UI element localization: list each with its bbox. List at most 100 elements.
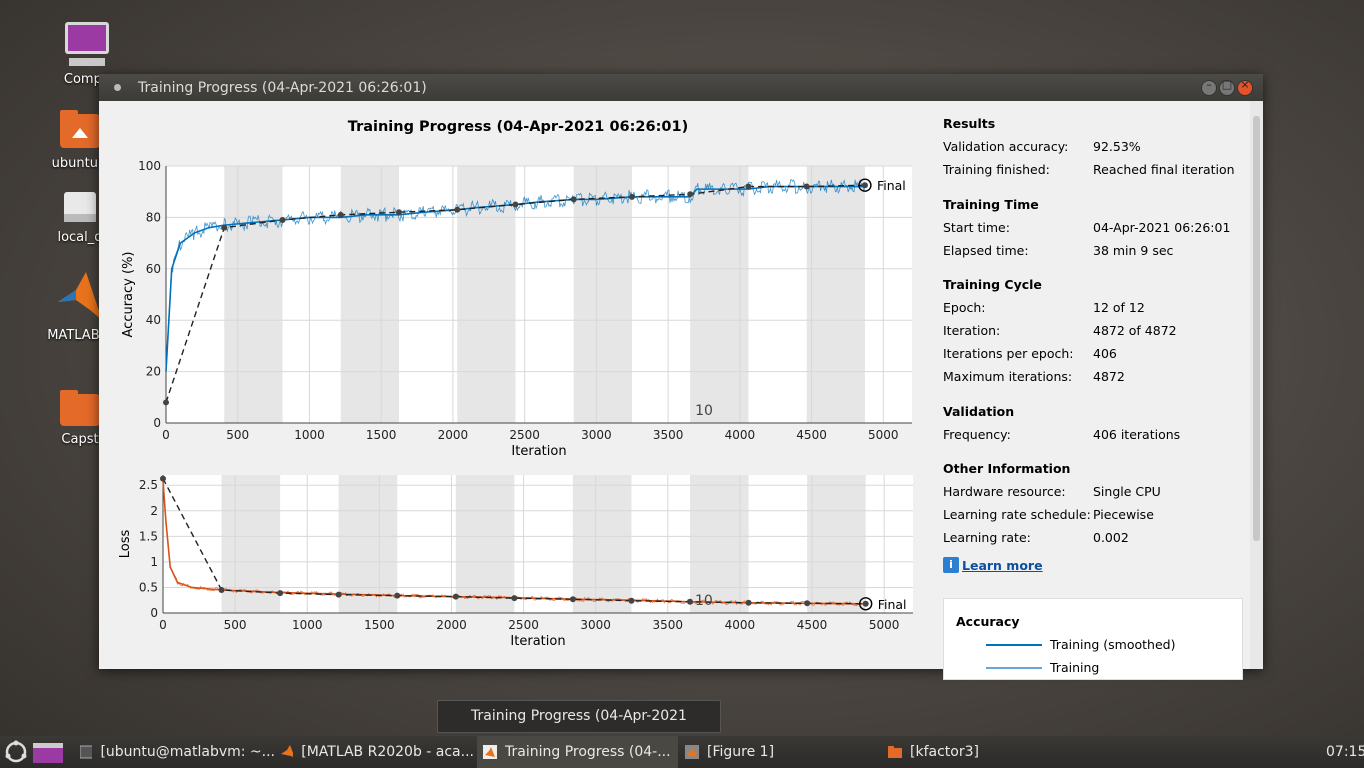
epoch-band [338,475,398,613]
accuracy-axes: 0204060801000 500 1000 1500 2000 2500 3000 3500… [121,159,912,459]
validation-point [394,592,401,599]
epoch-band [807,475,866,613]
minimize-button[interactable]: – [1201,78,1217,96]
info-panel: Results Validation accuracy: 92.53% Trai… [935,101,1250,680]
validation-heading: Validation [943,404,1015,419]
frequency-value: 406 iterations [1093,427,1181,442]
y-tick-label: 0 [150,606,158,620]
close-button[interactable]: × [1237,78,1253,96]
maximum-iterations-value: 4872 [1093,369,1125,384]
learn-more-link[interactable]: Learn more [962,558,1043,573]
y-tick-label: 1 [150,555,158,569]
taskbar-item-kfactor3[interactable]: [kfactor3] [888,736,1078,768]
validation-point [218,587,225,593]
learn-more[interactable]: i Learn more [943,557,1043,573]
x-tick-label: 4000 [725,428,756,442]
x-tick-label: 3500 [653,618,684,632]
validation-point [395,209,402,216]
x-tick-label: 3000 [580,618,611,632]
legend-heading: Accuracy [956,614,1020,629]
legend-box: Accuracy Training (smoothed) Training [943,598,1243,680]
validation-point [454,206,461,213]
show-desktop-button[interactable] [33,736,63,768]
epoch-band [572,475,632,613]
window-title: Training Progress (04-Apr-2021 06:26:01) [138,79,427,96]
y-tick-label: 1.5 [139,529,158,543]
validation-point [277,590,284,597]
taskbar-item-terminal[interactable]: [ubuntu@matlabvm: ~... [78,736,275,768]
matlab-icon [56,270,104,324]
x-tick-label: 0 [159,618,167,632]
iterations-per-epoch-value: 406 [1093,346,1117,361]
validation-point [221,224,228,231]
validation-point [745,599,752,606]
hardware-resource-value: Single CPU [1093,484,1161,499]
legend-label-smoothed: Training (smoothed) [1050,637,1176,652]
validation-point [745,183,752,190]
final-label: Final [878,597,907,612]
matlab-icon [483,745,497,759]
scrollbar-thumb[interactable] [1253,116,1260,541]
x-tick-label: 2500 [509,428,540,442]
validation-point [861,182,868,189]
epoch-value: 12 of 12 [1093,300,1145,315]
epoch-band [806,166,865,423]
learning-rate-value: 0.002 [1093,530,1129,545]
x-tick-label: 1500 [364,618,395,632]
validation-point [687,191,694,198]
validation-point [512,201,519,208]
validation-point [452,593,459,600]
x-tick-label: 1500 [366,428,397,442]
y-axis-label: Loss [118,530,133,559]
start-time-value: 04-Apr-2021 06:26:01 [1093,220,1231,235]
results-heading: Results [943,116,996,131]
x-tick-label: 0 [162,428,170,442]
legend-line-smoothed [986,643,1042,646]
validation-point [160,475,166,482]
taskbar-item-matlab[interactable]: [MATLAB R2020b - aca... [281,736,474,768]
workspace-icon [33,743,63,763]
taskbar-tooltip: Training Progress (04-Apr-2021 06:26:01) [437,700,721,755]
maximize-button[interactable]: □ [1219,78,1235,96]
epoch-label: 10 [695,593,713,609]
taskbar-item-label: [MATLAB R2020b - aca... [301,744,474,760]
taskbar-item-figure[interactable]: [Figure 1] [685,736,875,768]
start-menu-button[interactable] [4,736,30,768]
validation-accuracy-label: Validation accuracy: [943,139,1069,154]
validation-point [569,596,576,603]
frequency-label: Frequency: [943,427,1011,442]
legend-row-training: Training [986,660,1099,675]
maximum-iterations-label: Maximum iterations: [943,369,1073,384]
learning-rate-schedule-value: Piecewise [1093,507,1154,522]
epoch-label: 10 [695,403,713,419]
computer-icon [63,22,111,68]
clock-label: 07:15 [1326,744,1364,760]
window-titlebar[interactable]: Training Progress (04-Apr-2021 06:26:01)… [99,74,1263,101]
epoch-label: Epoch: [943,300,986,315]
learning-rate-schedule-label: Learning rate schedule: [943,507,1091,522]
y-axis-label: Accuracy (%) [121,252,136,338]
elapsed-time-label: Elapsed time: [943,243,1029,258]
validation-point [511,595,518,602]
clock[interactable]: 07:15 [1326,736,1364,768]
drive-icon [60,190,100,226]
window-menu-icon[interactable] [114,84,121,91]
taskbar-item-training-progress[interactable]: Training Progress (04-... [477,736,678,768]
x-tick-label: 5000 [868,428,899,442]
y-tick-label: 20 [146,365,161,379]
iterations-per-epoch-label: Iterations per epoch: [943,346,1074,361]
training-finished-value: Reached final iteration [1093,162,1235,177]
validation-point [335,591,342,598]
validation-point [628,193,635,200]
x-axis-label: Iteration [511,444,566,459]
home-folder-icon [58,108,102,152]
x-tick-label: 3000 [581,428,612,442]
taskbar-item-label: [kfactor3] [910,744,979,760]
iteration-value: 4872 of 4872 [1093,323,1177,338]
loss-axes: 0 0.5 1 1.5 2 2.5 0 500 1000 1500 2000 2500 3000 3500… [118,475,913,649]
ubuntu-logo-icon [5,740,27,763]
panel-scrollbar[interactable] [1250,101,1263,669]
validation-point [279,216,286,223]
x-tick-label: 1000 [294,428,325,442]
final-label: Final [877,178,906,193]
